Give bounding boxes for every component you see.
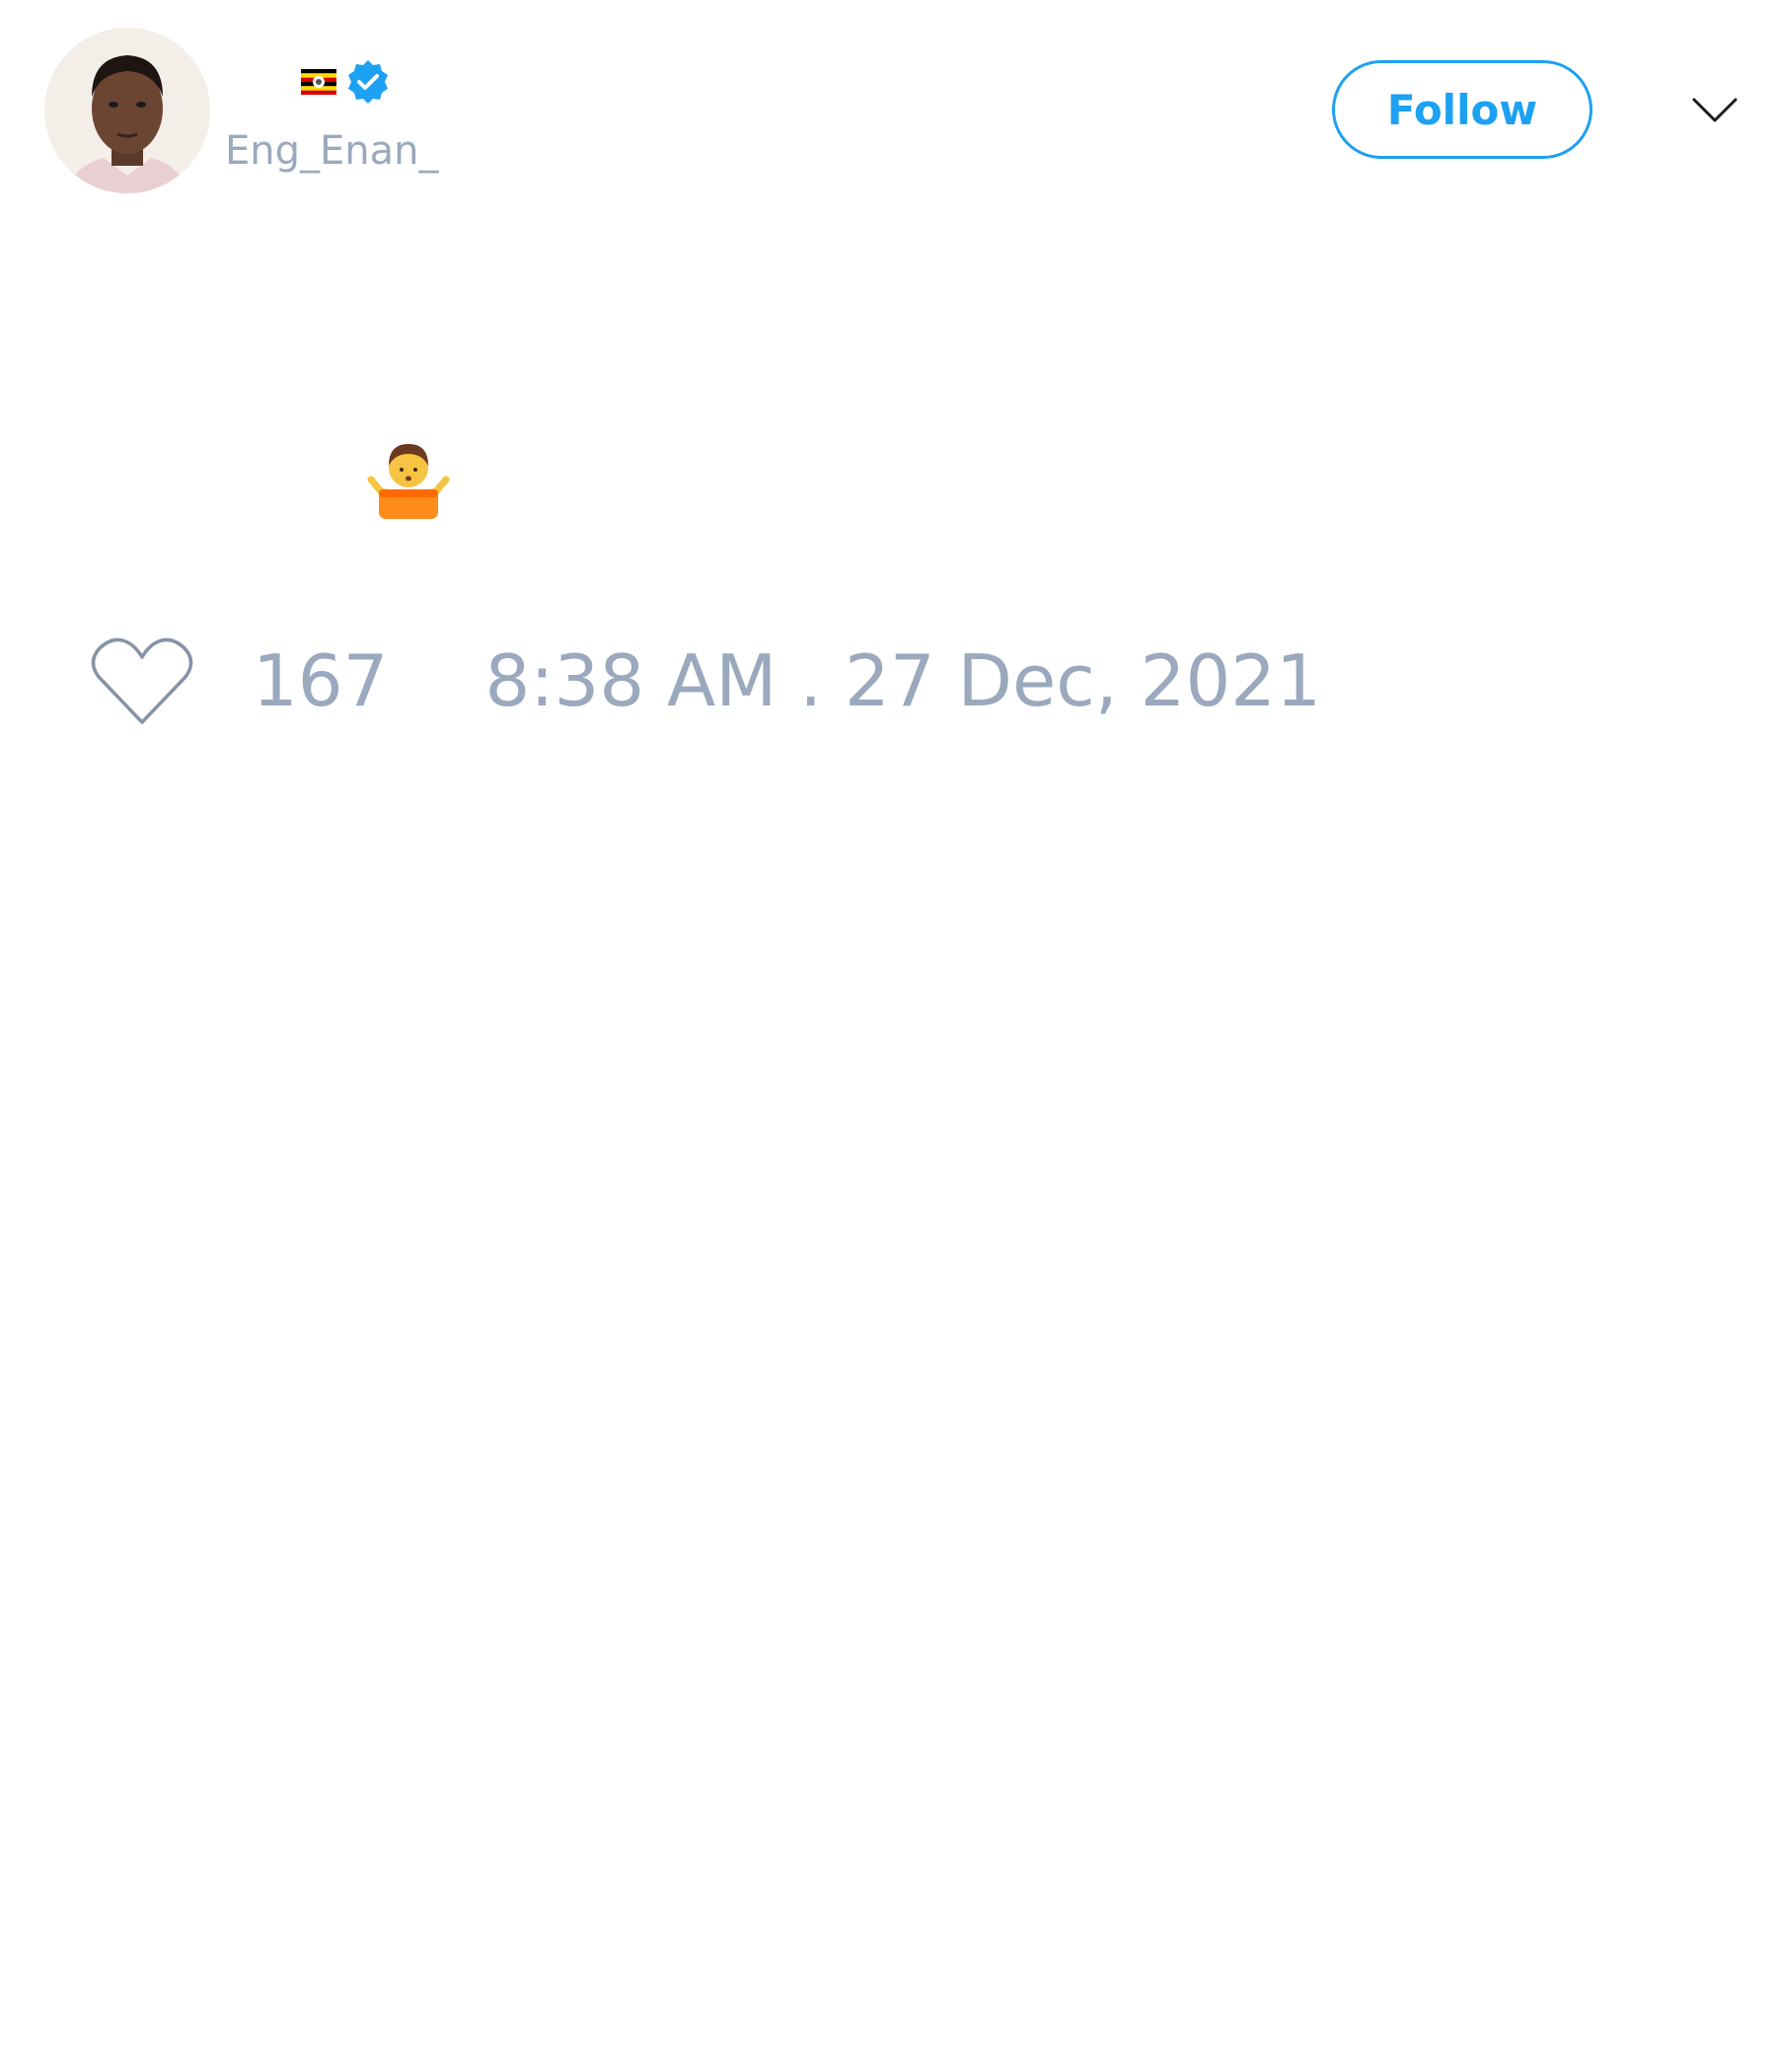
author-handle[interactable]: Eng_Enan_ — [225, 126, 439, 176]
person-shrugging-emoji-icon — [367, 444, 450, 519]
avatar[interactable] — [44, 28, 210, 193]
avatar-photo-icon — [44, 28, 210, 193]
uganda-flag-icon — [301, 69, 336, 95]
heart-outline-icon[interactable] — [89, 633, 195, 728]
tweet-card: Eng_Enan_ Follow 167 8:38 AM . 27 Dec, 2… — [0, 0, 1776, 2072]
tweet-timestamp[interactable]: 8:38 AM . 27 Dec, 2021 — [484, 631, 1320, 730]
tweet-text — [365, 434, 464, 523]
author-name-row[interactable] — [301, 57, 392, 107]
follow-button[interactable]: Follow — [1332, 60, 1592, 159]
chevron-down-icon — [1692, 98, 1738, 122]
verified-badge-icon — [344, 58, 392, 106]
like-count: 167 — [253, 639, 389, 722]
more-options-button[interactable] — [1689, 91, 1740, 130]
tweet-footer: 167 8:38 AM . 27 Dec, 2021 — [89, 631, 1321, 730]
